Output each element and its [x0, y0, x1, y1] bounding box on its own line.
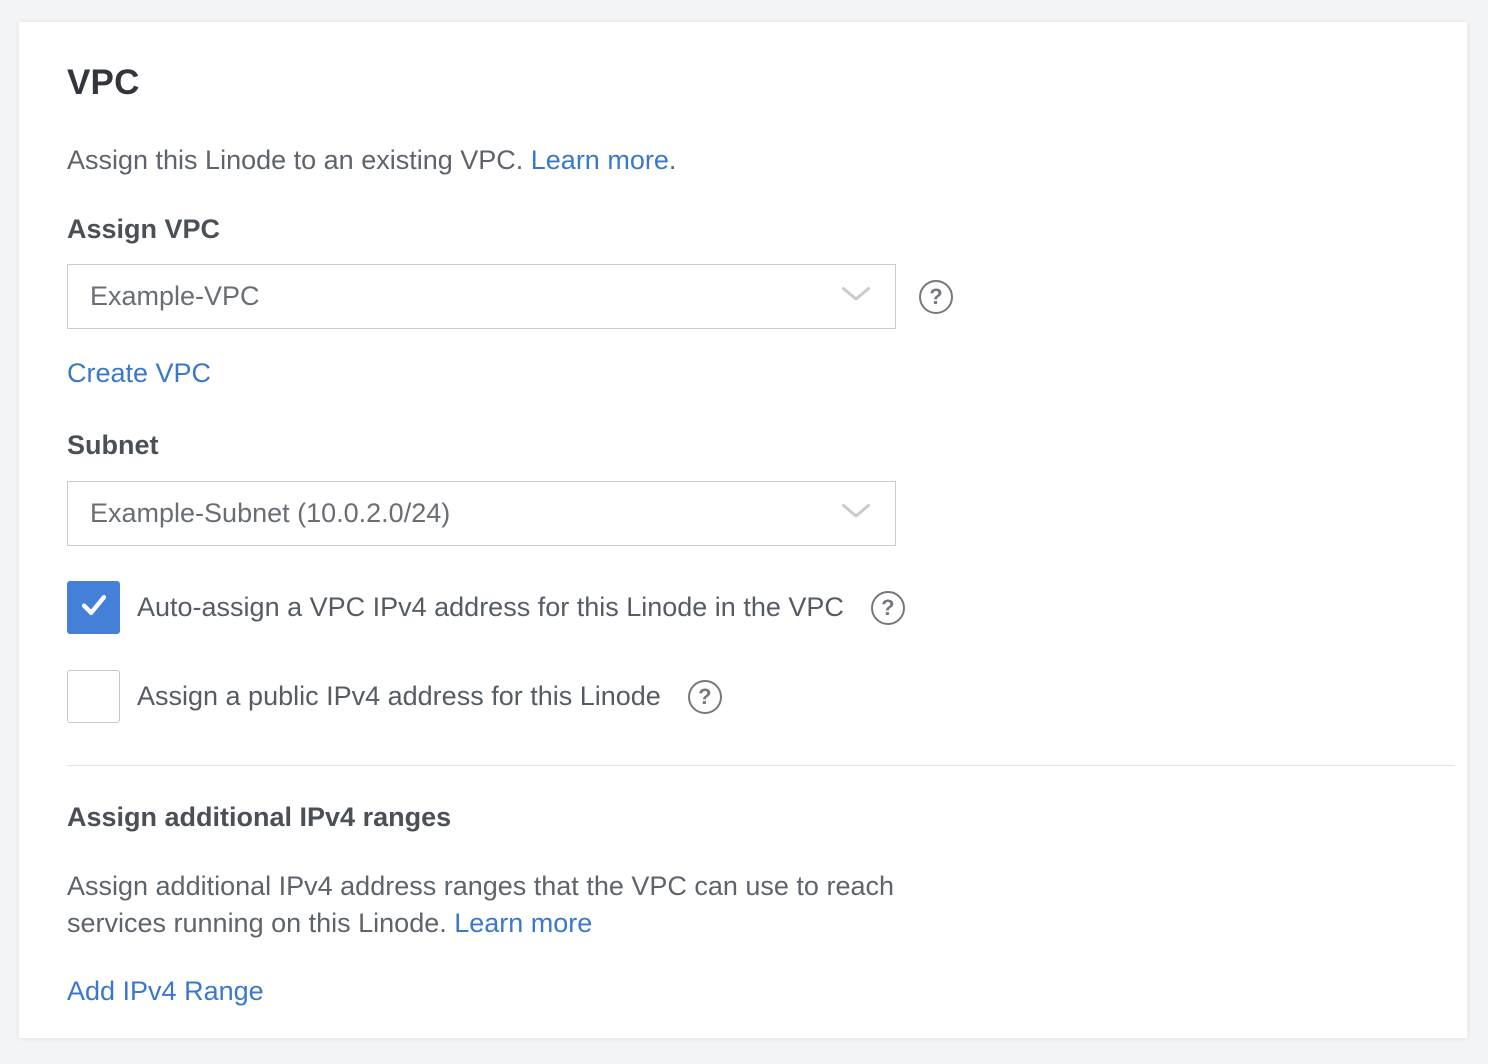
vpc-intro-period: .: [669, 145, 677, 175]
assign-vpc-label: Assign VPC: [67, 214, 1419, 244]
checkmark-icon: [77, 588, 111, 627]
auto-assign-ipv4-label: Auto-assign a VPC IPv4 address for this …: [137, 592, 844, 623]
section-divider: [67, 765, 1455, 766]
public-ipv4-help-icon[interactable]: ?: [688, 680, 722, 714]
chevron-down-icon: [841, 503, 871, 524]
public-ipv4-label: Assign a public IPv4 address for this Li…: [137, 681, 661, 712]
ipv4-learn-more-link[interactable]: Learn more: [454, 908, 592, 938]
vpc-panel: VPC Assign this Linode to an existing VP…: [19, 22, 1467, 1038]
subnet-selected-value: Example-Subnet (10.0.2.0/24): [90, 498, 450, 529]
subnet-select[interactable]: Example-Subnet (10.0.2.0/24): [67, 481, 896, 546]
vpc-panel-content: VPC Assign this Linode to an existing VP…: [19, 22, 1467, 1038]
subnet-row: Example-Subnet (10.0.2.0/24): [67, 481, 1419, 546]
page-title: VPC: [67, 64, 1419, 102]
vpc-intro-sentence: Assign this Linode to an existing VPC.: [67, 145, 531, 175]
subnet-label: Subnet: [67, 430, 1419, 460]
assign-vpc-help-icon[interactable]: ?: [919, 280, 953, 314]
ipv4-ranges-description: Assign additional IPv4 address ranges th…: [67, 868, 937, 942]
auto-assign-ipv4-help-icon[interactable]: ?: [871, 591, 905, 625]
vpc-intro-text: Assign this Linode to an existing VPC. L…: [67, 144, 1419, 176]
auto-assign-ipv4-row: Auto-assign a VPC IPv4 address for this …: [67, 581, 1419, 634]
assign-vpc-select[interactable]: Example-VPC: [67, 264, 896, 329]
assign-vpc-row: Example-VPC ?: [67, 264, 1419, 329]
public-ipv4-checkbox[interactable]: [67, 670, 120, 723]
add-ipv4-range-link[interactable]: Add IPv4 Range: [67, 976, 264, 1006]
learn-more-link[interactable]: Learn more: [531, 145, 669, 175]
chevron-down-icon: [841, 286, 871, 307]
public-ipv4-row: Assign a public IPv4 address for this Li…: [67, 670, 1419, 723]
ipv4-ranges-title: Assign additional IPv4 ranges: [67, 802, 1419, 832]
create-vpc-link[interactable]: Create VPC: [67, 358, 211, 388]
auto-assign-ipv4-checkbox[interactable]: [67, 581, 120, 634]
assign-vpc-selected-value: Example-VPC: [90, 281, 260, 312]
